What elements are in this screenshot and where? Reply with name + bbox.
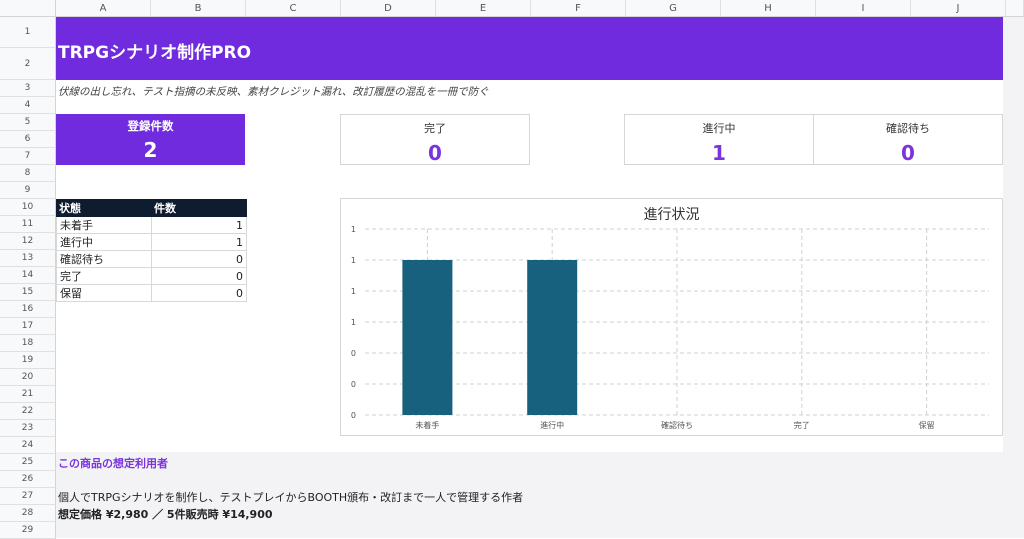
- status-table-header-count[interactable]: 件数: [151, 199, 247, 217]
- y-tick-label: 1: [351, 318, 356, 327]
- price-info: 想定価格 ¥2,980 ／ 5件販売時 ¥14,900: [58, 508, 273, 521]
- x-tick-label: 進行中: [540, 420, 564, 430]
- x-tick-label: 完了: [794, 420, 810, 430]
- target-user-heading: この商品の想定利用者: [58, 457, 168, 470]
- row-header-2[interactable]: 2: [0, 48, 56, 80]
- column-header-g[interactable]: G: [626, 0, 721, 17]
- row-header-20[interactable]: 20: [0, 369, 56, 386]
- row-header-13[interactable]: 13: [0, 250, 56, 267]
- row-header-9[interactable]: 9: [0, 182, 56, 199]
- row-header-22[interactable]: 22: [0, 403, 56, 420]
- row-header-5[interactable]: 5: [0, 114, 56, 131]
- table-cell-count[interactable]: 0: [151, 267, 247, 285]
- y-tick-label: 1: [351, 287, 356, 296]
- column-header-d[interactable]: D: [341, 0, 436, 17]
- x-tick-label: 確認待ち: [661, 420, 693, 430]
- table-cell-count[interactable]: 1: [151, 216, 247, 234]
- table-cell-state[interactable]: 完了: [56, 267, 152, 285]
- kpi-awaiting-value: 0: [901, 141, 915, 165]
- kpi-in-progress-label: 進行中: [702, 122, 736, 135]
- row-header-6[interactable]: 6: [0, 131, 56, 148]
- kpi-in-progress: 進行中 1: [624, 114, 814, 165]
- table-cell-state[interactable]: 保留: [56, 284, 152, 302]
- table-row: 保留 0: [56, 284, 247, 302]
- table-cell-state[interactable]: 未着手: [56, 216, 152, 234]
- row-header-24[interactable]: 24: [0, 437, 56, 454]
- select-all-corner[interactable]: [0, 0, 56, 17]
- kpi-done-value: 0: [428, 141, 442, 165]
- table-row: 確認待ち 0: [56, 250, 247, 268]
- table-cell-state[interactable]: 進行中: [56, 233, 152, 251]
- kpi-in-progress-value: 1: [712, 141, 726, 165]
- chart-bar: [402, 260, 453, 415]
- status-table: 状態 件数 未着手 1 進行中 1 確認待ち 0 完了 0 保留 0: [56, 199, 247, 302]
- page-title: TRPGシナリオ制作PRO: [58, 43, 252, 63]
- table-cell-count[interactable]: 0: [151, 284, 247, 302]
- row-header-18[interactable]: 18: [0, 335, 56, 352]
- row-header-26[interactable]: 26: [0, 471, 56, 488]
- column-header-f[interactable]: F: [531, 0, 626, 17]
- row-header-8[interactable]: 8: [0, 165, 56, 182]
- column-header-h[interactable]: H: [721, 0, 816, 17]
- table-row: 完了 0: [56, 267, 247, 285]
- table-cell-count[interactable]: 0: [151, 250, 247, 268]
- column-header-j[interactable]: J: [911, 0, 1006, 17]
- table-row: 未着手 1: [56, 216, 247, 234]
- column-header-e[interactable]: E: [436, 0, 531, 17]
- y-tick-label: 1: [351, 225, 356, 234]
- kpi-registered-label: 登録件数: [127, 119, 174, 133]
- column-header-c[interactable]: C: [246, 0, 341, 17]
- row-header-23[interactable]: 23: [0, 420, 56, 437]
- chart-bar: [527, 260, 578, 415]
- progress-chart[interactable]: 進行状況 1 1 1 1 0 0 0 未着手 進行中 確認待ち 完了 保留: [340, 198, 1003, 436]
- kpi-done-label: 完了: [424, 122, 446, 135]
- progress-chart-svg: 進行状況 1 1 1 1 0 0 0 未着手 進行中 確認待ち 完了 保留: [351, 207, 989, 430]
- y-tick-label: 0: [351, 380, 356, 389]
- column-header-b[interactable]: B: [151, 0, 246, 17]
- y-tick-label: 1: [351, 256, 356, 265]
- row-header-16[interactable]: 16: [0, 301, 56, 318]
- sheet-margin: [1003, 17, 1024, 538]
- row-header-29[interactable]: 29: [0, 522, 56, 539]
- y-tick-label: 0: [351, 411, 356, 420]
- target-user-description: 個人でTRPGシナリオを制作し、テストプレイからBOOTH頒布・改訂まで一人で管…: [58, 491, 524, 504]
- row-header-1[interactable]: 1: [0, 17, 56, 48]
- kpi-registered: 登録件数 2: [56, 114, 245, 165]
- column-header-i[interactable]: I: [816, 0, 911, 17]
- row-header-3[interactable]: 3: [0, 80, 56, 97]
- kpi-registered-value: 2: [143, 138, 158, 162]
- row-header-15[interactable]: 15: [0, 284, 56, 301]
- x-tick-label: 保留: [919, 420, 935, 430]
- table-row: 進行中 1: [56, 233, 247, 251]
- row-header-11[interactable]: 11: [0, 216, 56, 233]
- kpi-done: 完了 0: [340, 114, 530, 165]
- chart-title: 進行状況: [644, 207, 700, 223]
- page-subtitle: 伏線の出し忘れ、テスト指摘の未反映、素材クレジット漏れ、改訂履歴の混乱を一冊で防…: [58, 86, 489, 98]
- kpi-awaiting: 確認待ち 0: [813, 114, 1003, 165]
- row-header-25[interactable]: 25: [0, 454, 56, 471]
- row-header-4[interactable]: 4: [0, 97, 56, 114]
- row-header-21[interactable]: 21: [0, 386, 56, 403]
- row-header-12[interactable]: 12: [0, 233, 56, 250]
- row-header-10[interactable]: 10: [0, 199, 56, 216]
- y-tick-label: 0: [351, 349, 356, 358]
- status-table-header-state[interactable]: 状態: [56, 199, 152, 217]
- row-header-17[interactable]: 17: [0, 318, 56, 335]
- row-header-7[interactable]: 7: [0, 148, 56, 165]
- spreadsheet: ABCDEFGHIJ 1 2 3 4 5 6 7 8 9 10 11 12 13 14 15 16 17 18 19…: [0, 0, 1024, 539]
- table-cell-count[interactable]: 1: [151, 233, 247, 251]
- kpi-awaiting-label: 確認待ち: [886, 122, 930, 135]
- row-header-28[interactable]: 28: [0, 505, 56, 522]
- column-header-filler: [1006, 0, 1024, 17]
- row-header-19[interactable]: 19: [0, 352, 56, 369]
- column-header-a[interactable]: A: [56, 0, 151, 17]
- row-header-27[interactable]: 27: [0, 488, 56, 505]
- row-header-14[interactable]: 14: [0, 267, 56, 284]
- table-cell-state[interactable]: 確認待ち: [56, 250, 152, 268]
- x-tick-label: 未着手: [415, 420, 439, 430]
